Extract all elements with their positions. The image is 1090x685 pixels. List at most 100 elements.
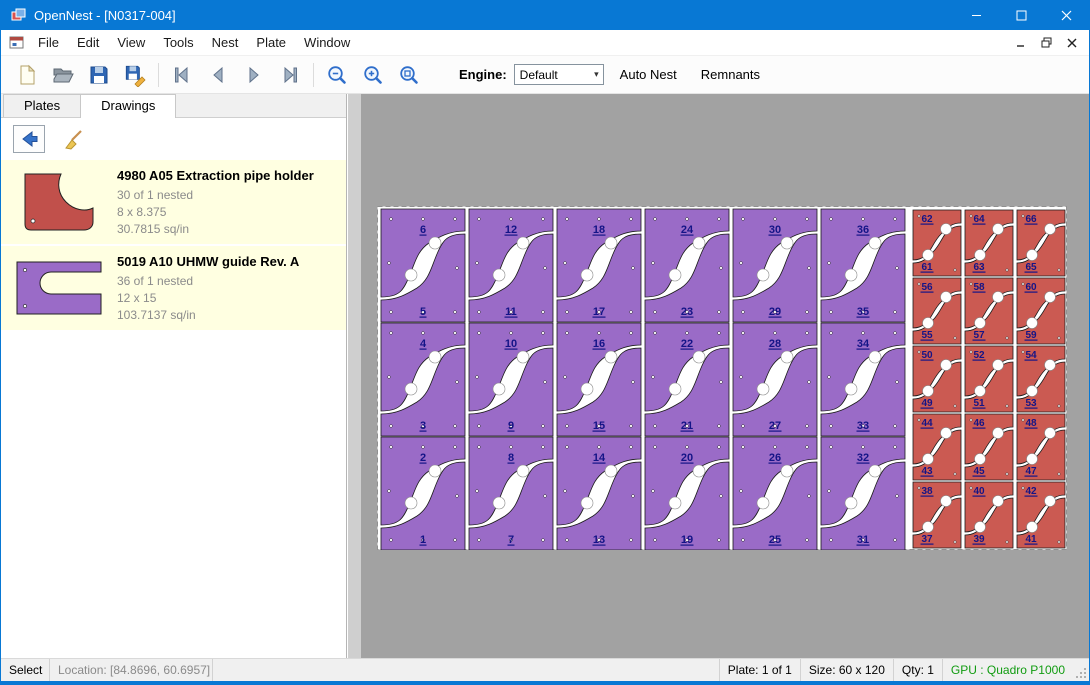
part-number[interactable]: 42: [1025, 486, 1037, 497]
part-number[interactable]: 17: [593, 306, 605, 318]
part-number[interactable]: 64: [973, 214, 985, 225]
zoom-out-button[interactable]: [319, 60, 355, 90]
part-number[interactable]: 41: [1025, 534, 1037, 545]
close-button[interactable]: [1044, 0, 1089, 30]
menu-item-tools[interactable]: Tools: [154, 31, 202, 54]
part-number[interactable]: 65: [1025, 262, 1037, 273]
part-number[interactable]: 34: [857, 338, 870, 350]
part-number[interactable]: 10: [505, 338, 517, 350]
part-number[interactable]: 57: [973, 330, 985, 341]
part-number[interactable]: 15: [593, 420, 605, 432]
menu-item-plate[interactable]: Plate: [247, 31, 295, 54]
part-number[interactable]: 36: [857, 224, 869, 236]
part-number[interactable]: 43: [921, 466, 933, 477]
part-number[interactable]: 56: [921, 282, 933, 293]
part-number[interactable]: 50: [921, 350, 933, 361]
part-number[interactable]: 61: [921, 262, 933, 273]
part-number[interactable]: 18: [593, 224, 605, 236]
mdi-minimize-button[interactable]: [1016, 38, 1026, 48]
part-number[interactable]: 22: [681, 338, 693, 350]
minimize-button[interactable]: [954, 0, 999, 30]
part-number[interactable]: 26: [769, 452, 781, 464]
part-number[interactable]: 35: [857, 306, 869, 318]
part-number[interactable]: 38: [921, 486, 933, 497]
part-number[interactable]: 45: [973, 466, 985, 477]
part-number[interactable]: 4: [420, 338, 427, 350]
part-number[interactable]: 13: [593, 534, 605, 546]
tab-plates[interactable]: Plates: [3, 94, 81, 117]
part-number[interactable]: 11: [505, 306, 517, 318]
part-number[interactable]: 25: [769, 534, 781, 546]
remnants-button[interactable]: Remnants: [693, 61, 768, 88]
part-number[interactable]: 6: [420, 224, 426, 236]
part-number[interactable]: 44: [921, 418, 933, 429]
part-number[interactable]: 37: [921, 534, 933, 545]
return-parts-button[interactable]: [13, 125, 45, 153]
save-as-button[interactable]: [117, 60, 153, 90]
part-number[interactable]: 5: [420, 306, 426, 318]
drawing-item[interactable]: 4980 A05 Extraction pipe holder 30 of 1 …: [1, 160, 346, 244]
zoom-fit-button[interactable]: [391, 60, 427, 90]
part-number[interactable]: 31: [857, 534, 869, 546]
menu-item-view[interactable]: View: [108, 31, 154, 54]
menu-item-window[interactable]: Window: [295, 31, 359, 54]
save-button[interactable]: [81, 60, 117, 90]
part-number[interactable]: 53: [1025, 398, 1037, 409]
part-number[interactable]: 21: [681, 420, 693, 432]
part-number[interactable]: 33: [857, 420, 869, 432]
menu-item-nest[interactable]: Nest: [203, 31, 248, 54]
part-number[interactable]: 32: [857, 452, 869, 464]
part-number[interactable]: 24: [681, 224, 694, 236]
document-system-icon[interactable]: [9, 35, 24, 50]
part-number[interactable]: 9: [508, 420, 514, 432]
part-number[interactable]: 7: [508, 534, 514, 546]
part-number[interactable]: 3: [420, 420, 426, 432]
part-number[interactable]: 54: [1025, 350, 1037, 361]
part-number[interactable]: 12: [505, 224, 517, 236]
part-number[interactable]: 39: [973, 534, 985, 545]
nav-prev-button[interactable]: [200, 60, 236, 90]
mdi-restore-button[interactable]: [1041, 37, 1052, 48]
part-number[interactable]: 49: [921, 398, 933, 409]
mdi-close-button[interactable]: [1067, 38, 1077, 48]
part-number[interactable]: 47: [1025, 466, 1037, 477]
nav-next-button[interactable]: [236, 60, 272, 90]
part-number[interactable]: 60: [1025, 282, 1037, 293]
panel-splitter[interactable]: [348, 94, 361, 658]
part-number[interactable]: 62: [921, 214, 933, 225]
part-number[interactable]: 63: [973, 262, 985, 273]
part-number[interactable]: 8: [508, 452, 514, 464]
part-number[interactable]: 2: [420, 452, 426, 464]
part-number[interactable]: 29: [769, 306, 781, 318]
part-number[interactable]: 66: [1025, 214, 1037, 225]
drawing-item[interactable]: 5019 A10 UHMW guide Rev. A 36 of 1 neste…: [1, 246, 346, 330]
part-number[interactable]: 27: [769, 420, 781, 432]
nest-canvas[interactable]: 6512111817242330293635431091615222128273…: [361, 94, 1089, 658]
zoom-in-button[interactable]: [355, 60, 391, 90]
tab-drawings[interactable]: Drawings: [80, 94, 176, 118]
part-number[interactable]: 23: [681, 306, 693, 318]
part-number[interactable]: 19: [681, 534, 693, 546]
part-number[interactable]: 58: [973, 282, 985, 293]
auto-nest-button[interactable]: Auto Nest: [612, 61, 685, 88]
clear-button[interactable]: [57, 125, 89, 153]
part-number[interactable]: 40: [973, 486, 985, 497]
part-number[interactable]: 1: [420, 534, 426, 546]
engine-select[interactable]: Default ▾: [514, 64, 604, 85]
nav-first-button[interactable]: [164, 60, 200, 90]
menu-item-file[interactable]: File: [29, 31, 68, 54]
part-number[interactable]: 59: [1025, 330, 1037, 341]
part-number[interactable]: 55: [921, 330, 933, 341]
part-number[interactable]: 51: [973, 398, 985, 409]
open-button[interactable]: [45, 60, 81, 90]
part-number[interactable]: 46: [973, 418, 985, 429]
maximize-button[interactable]: [999, 0, 1044, 30]
part-number[interactable]: 20: [681, 452, 693, 464]
new-button[interactable]: [9, 60, 45, 90]
part-number[interactable]: 28: [769, 338, 781, 350]
part-number[interactable]: 16: [593, 338, 605, 350]
resize-grip[interactable]: [1073, 659, 1089, 681]
menu-item-edit[interactable]: Edit: [68, 31, 108, 54]
part-number[interactable]: 30: [769, 224, 781, 236]
nest-plate-view[interactable]: 6512111817242330293635431091615222128273…: [377, 206, 1067, 550]
